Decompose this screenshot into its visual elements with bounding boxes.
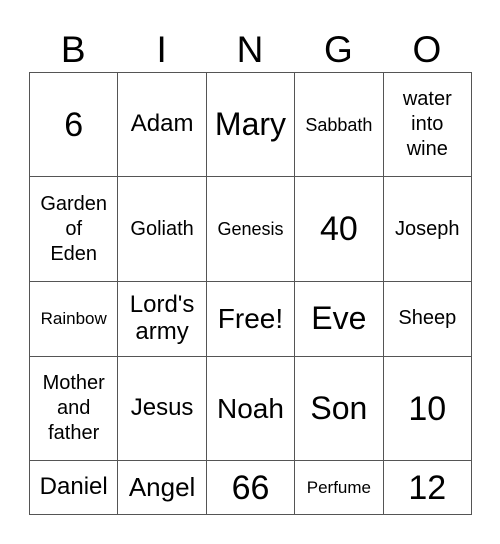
free-space-cell[interactable]: Free!	[205, 280, 296, 357]
bingo-cell[interactable]: 66	[205, 460, 296, 515]
header-letter-n: N	[236, 29, 264, 70]
bingo-row: Daniel Angel 66 Perfume 12	[28, 460, 473, 515]
bingo-cell[interactable]: 6	[28, 71, 119, 178]
bingo-row: Mother and father Jesus Noah Son 10	[28, 355, 473, 462]
bingo-row: Rainbow Lord's army Free! Eve Sheep	[28, 280, 473, 357]
bingo-cell[interactable]: 40	[294, 176, 384, 282]
bingo-cell[interactable]: Mary	[205, 71, 296, 178]
bingo-cell[interactable]: Mother and father	[28, 355, 119, 462]
bingo-row: 6 Adam Mary Sabbath water into wine	[28, 71, 473, 178]
bingo-row: Garden of Eden Goliath Genesis 40 Joseph	[28, 176, 473, 282]
bingo-cell[interactable]: Angel	[117, 460, 207, 515]
bingo-cell[interactable]: Goliath	[117, 176, 207, 282]
bingo-cell[interactable]: Rainbow	[28, 280, 119, 357]
bingo-card: 6 Adam Mary Sabbath water into wine Gard…	[28, 71, 473, 515]
bingo-cell[interactable]: Adam	[117, 71, 207, 178]
bingo-cell[interactable]: Jesus	[117, 355, 207, 462]
header-letter-b: B	[60, 29, 86, 70]
bingo-cell[interactable]: Garden of Eden	[28, 176, 119, 282]
bingo-cell[interactable]: Daniel	[28, 460, 119, 515]
bingo-cell[interactable]: Eve	[294, 280, 384, 357]
bingo-cell[interactable]: Sabbath	[294, 71, 384, 178]
header-letter-o: O	[412, 29, 442, 70]
bingo-cell[interactable]: water into wine	[382, 71, 473, 178]
bingo-cell[interactable]: Perfume	[294, 460, 384, 515]
bingo-cell[interactable]: Joseph	[382, 176, 473, 282]
bingo-cell[interactable]: Noah	[205, 355, 296, 462]
bingo-cell[interactable]: Son	[294, 355, 384, 462]
header-letter-g: G	[324, 29, 353, 70]
bingo-cell[interactable]: Sheep	[382, 280, 473, 357]
bingo-cell[interactable]: Genesis	[205, 176, 296, 282]
bingo-cell[interactable]: Lord's army	[117, 280, 207, 357]
bingo-cell[interactable]: 12	[382, 460, 473, 515]
header-letter-i: I	[156, 29, 167, 70]
bingo-cell[interactable]: 10	[382, 355, 473, 462]
bingo-header: B I N G O	[29, 28, 471, 72]
